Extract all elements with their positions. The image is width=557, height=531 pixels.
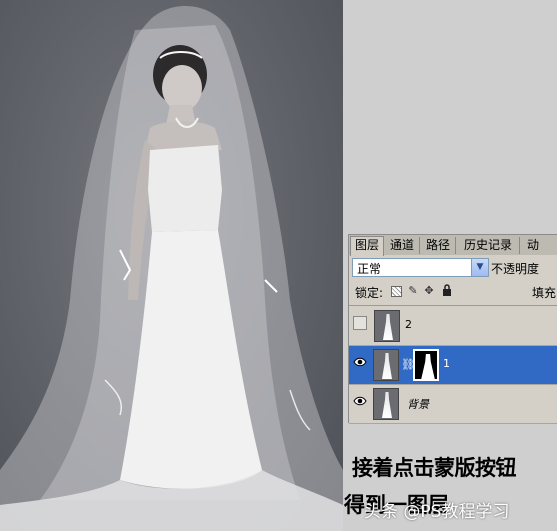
layers-panel: 图层 通道 路径 历史记录 动 正常 ▼ 不透明度 锁定: ✎ ✥ 填充 2 ⛓… (348, 234, 557, 424)
panel-tabs: 图层 通道 路径 历史记录 动 (349, 235, 557, 256)
tab-actions[interactable]: 动 (521, 237, 545, 254)
lock-all-icon[interactable] (441, 284, 453, 297)
blend-mode-select[interactable]: 正常 ▼ (352, 258, 489, 277)
caption-line-1: 接着点击蒙版按钮 (352, 455, 517, 480)
watermark: 头条 @PS教程学习 (364, 502, 510, 522)
bride-photo-drawing (0, 6, 343, 531)
lock-icon (443, 284, 451, 296)
layer-name: 1 (443, 357, 450, 370)
blend-mode-value: 正常 (357, 262, 382, 276)
layer-name: 2 (405, 318, 412, 331)
layer-row-1[interactable]: ⛓ 1 (349, 346, 557, 385)
layer-row-background[interactable]: 背景 (349, 385, 557, 424)
divider (349, 305, 557, 306)
lock-label: 锁定: (355, 286, 384, 300)
layer-name: 背景 (407, 398, 429, 411)
eye-glyph (353, 357, 367, 367)
eye-glyph (353, 396, 367, 406)
tab-paths[interactable]: 路径 (421, 237, 456, 254)
layer-row-2[interactable]: 2 (349, 307, 557, 346)
layer-thumbnail (373, 388, 399, 420)
chevron-down-icon[interactable]: ▼ (471, 259, 488, 276)
fill-label: 填充 (532, 286, 557, 300)
lock-move-icon[interactable]: ✥ (423, 284, 435, 297)
tab-channels[interactable]: 通道 (385, 237, 420, 254)
lock-row: 锁定: ✎ ✥ 填充 (349, 281, 557, 303)
tab-layers[interactable]: 图层 (350, 236, 384, 256)
bride-photo (0, 0, 343, 531)
layer-thumbnail (373, 349, 399, 381)
tab-history[interactable]: 历史记录 (457, 237, 520, 254)
visibility-toggle[interactable] (353, 316, 367, 330)
opacity-label: 不透明度 (491, 262, 540, 276)
lock-transparent-icon[interactable] (391, 286, 402, 297)
eye-icon[interactable] (353, 394, 367, 408)
eye-icon[interactable] (353, 355, 367, 369)
layer-thumbnail (374, 310, 400, 342)
layer-mask-thumbnail[interactable] (413, 349, 439, 381)
lock-brush-icon[interactable]: ✎ (407, 284, 419, 297)
